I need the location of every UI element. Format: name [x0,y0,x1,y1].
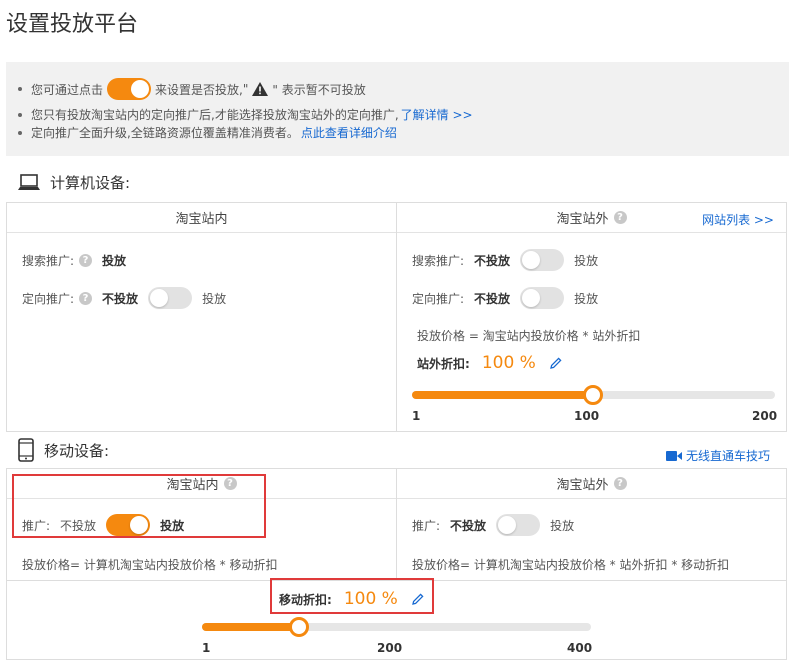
slider-min-label: 1 [202,641,211,655]
computer-offsite-search-toggle[interactable] [520,249,565,271]
computer-offsite-formula: 投放价格 = 淘宝站内投放价格 * 站外折扣 [417,329,641,343]
offsite-discount-value: 100 % [481,353,536,373]
tip-line-3: 定向推广全面升级,全链路资源位覆盖精准消费者。 点此查看详细介绍 [18,124,397,141]
computer-onsite-target-toggle[interactable] [148,287,193,309]
help-icon[interactable]: ? [79,291,93,305]
tip-line-1: 您可通过点击 来设置是否投放, " " 表示暂不可投放 [18,78,366,100]
tips-box: 您可通过点击 来设置是否投放, " " 表示暂不可投放 您只有投放淘宝站内的定向… [6,62,789,156]
view-details-link[interactable]: 点此查看详细介绍 [301,124,397,141]
computer-offsite-search-row: 搜索推广: 不投放 投放 [412,249,598,271]
slider-handle[interactable] [289,617,310,637]
site-list-link[interactable]: 网站列表 >> [702,211,774,228]
mobile-phone-icon [18,438,34,462]
offsite-discount-slider[interactable] [412,385,775,405]
slider-fill [202,623,300,631]
slider-handle[interactable] [582,385,603,405]
computer-onsite-search-row: 搜索推广: ? 投放 [22,253,127,268]
slider-mid-label: 200 [377,641,403,655]
computer-icon [18,173,40,190]
computer-onsite-header: 淘宝站内 [7,203,396,233]
video-camera-icon [666,450,682,461]
computer-section-header: 计算机设备: [18,172,130,193]
computer-section-title: 计算机设备: [50,174,131,192]
computer-onsite-search-status: 投放 [102,253,127,268]
help-icon[interactable]: ? [79,253,93,267]
computer-offsite-target-toggle[interactable] [520,287,565,309]
mobile-offsite-promo-toggle[interactable] [496,514,541,536]
mobile-offsite-header: 淘宝站外 ? [397,469,786,499]
slider-min-label: 1 [412,409,421,423]
mobile-section-header: 移动设备: [18,438,109,462]
example-toggle-icon [107,78,152,100]
help-icon[interactable]: ? [613,211,627,224]
computer-offsite-target-row: 定向推广: 不投放 投放 [412,287,598,309]
mobile-discount-slider[interactable] [202,617,591,637]
slider-fill [412,391,593,399]
warning-icon [252,82,269,96]
help-icon[interactable]: ? [613,477,627,490]
tip-line-2: 您只有投放淘宝站内的定向推广后,才能选择投放淘宝站外的定向推广, 了解详情 >> [18,106,473,123]
wireless-tips-link[interactable]: 无线直通车技巧 [666,447,770,464]
mobile-onsite-formula: 投放价格= 计算机淘宝站内投放价格 * 移动折扣 [22,558,278,572]
learn-more-link[interactable]: 了解详情 >> [401,106,473,123]
mobile-section-title: 移动设备: [44,441,110,460]
computer-offsite-discount-row: 站外折扣: 100 % [417,351,562,375]
page-title: 设置投放平台 [6,12,139,37]
edit-pencil-icon[interactable] [549,357,562,369]
slider-max-label: 200 [752,409,778,423]
computer-onsite-target-row: 定向推广: ? 不投放 投放 [22,287,226,309]
mobile-offsite-formula: 投放价格= 计算机淘宝站内投放价格 * 站外折扣 * 移动折扣 [412,558,730,572]
computer-panel: 淘宝站内 淘宝站外 ? 网站列表 >> 搜索推广: ? 投放 定向推广: ? 不… [6,202,787,432]
highlight-box [270,578,434,614]
mobile-offsite-promo-row: 推广: 不投放 投放 [412,513,574,537]
highlight-box [12,474,266,538]
slider-max-label: 400 [567,641,593,655]
slider-mid-label: 100 [574,409,600,423]
